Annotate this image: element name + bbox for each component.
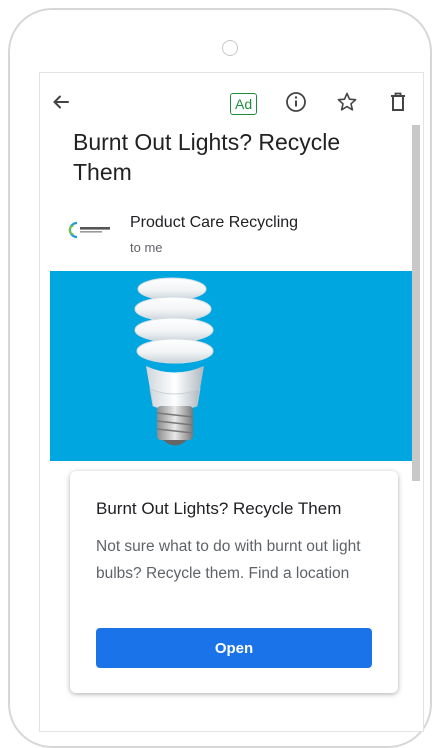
sender-name[interactable]: Product Care Recycling [130,214,298,232]
sender-logo [68,216,114,244]
card-title: Burnt Out Lights? Recycle Them [96,499,342,518]
ad-card: Burnt Out Lights? Recycle Them Not sure … [70,471,398,693]
scrollbar[interactable] [412,125,420,481]
hero-image[interactable] [50,271,412,461]
recipient-label[interactable]: to me [130,240,163,255]
ad-badge: Ad [230,93,258,115]
info-icon[interactable] [283,89,309,115]
email-subject: Burnt Out Lights? Recycle Them [73,129,341,185]
back-arrow-icon[interactable] [48,89,74,115]
light-bulb-icon [134,277,214,446]
star-icon[interactable] [334,89,360,115]
trash-icon[interactable] [385,89,411,115]
card-description: Not sure what to do with burnt out light… [96,538,361,582]
phone-frame: Ad Burnt Out Lights? Recycle Them Produc… [8,8,432,748]
open-button[interactable]: Open [96,628,372,668]
camera-icon [222,40,238,56]
email-screen: Ad Burnt Out Lights? Recycle Them Produc… [39,72,424,732]
toolbar: Ad [40,73,423,133]
